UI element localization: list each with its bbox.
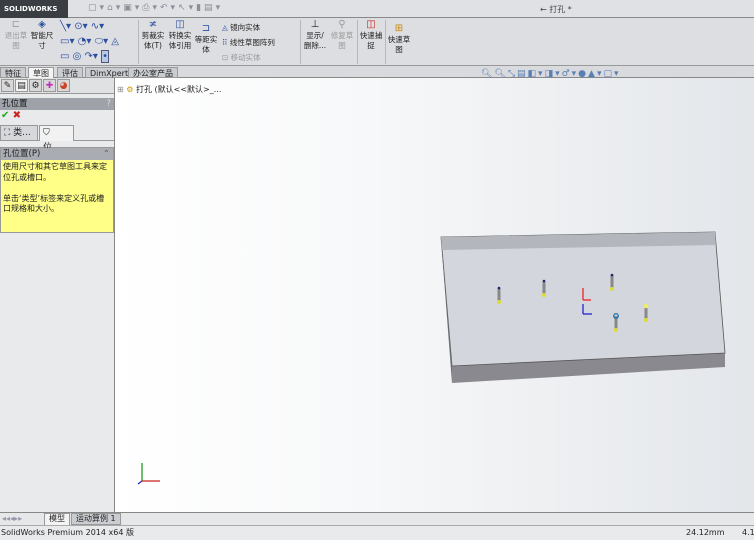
tab-dimxpert[interactable]: DimXpert — [85, 67, 134, 78]
offset-icon: ⊐ — [201, 23, 211, 34]
trim-icon: ≭ — [148, 19, 158, 30]
status-bar: SolidWorks Premium 2014 x64 版 24.12mm 4.… — [0, 525, 754, 540]
document-title: ← 打孔 * — [540, 5, 572, 14]
mirror-button[interactable]: ◬ 镜向实体 — [222, 22, 260, 33]
rectangle-tool[interactable]: ▭▾ ◔▾ ⬭▾ ◬ — [60, 36, 119, 47]
feature-tree-tab[interactable]: ✎ — [1, 79, 14, 92]
collapse-icon[interactable]: ⌃ — [103, 148, 110, 160]
smart-dimension-button[interactable]: ◈ 智能尺寸 — [30, 20, 54, 51]
convert-entities-button[interactable]: ◫ 转换实体引用 — [167, 20, 193, 51]
rapid-sketch-icon: ⊞ — [394, 23, 404, 34]
tab-evaluate[interactable]: 评估 — [57, 67, 83, 78]
relations-icon: ⊥ — [310, 19, 320, 30]
hole — [542, 279, 546, 297]
hole — [610, 273, 614, 291]
move-entities-button[interactable]: ⊡ 移动实体 — [222, 52, 261, 63]
measurement-readout: 24.12mm — [686, 528, 725, 537]
graphics-area[interactable]: 🔍︎🔍︎⤡▤◧▾◨▾♂▾●▲▾▢▾ ⊞ ⚙ 打孔 (默认<<默认>_... — [115, 69, 754, 512]
show-delete-relations-button[interactable]: ⊥ 显示/删除... — [303, 20, 327, 51]
mirror-icon: ◬ — [222, 23, 231, 32]
trim-button[interactable]: ≭ 剪裁实体(T) — [140, 20, 166, 51]
rapid-sketch-button[interactable]: ⊞ 快速草图 — [387, 24, 411, 55]
quick-snap-button[interactable]: ◫ 快速捕捉 — [359, 20, 383, 51]
triad-icon — [137, 463, 160, 485]
tab-position[interactable]: ⛉ 位... — [39, 125, 74, 153]
model-view — [137, 231, 726, 485]
tab-office-products[interactable]: 办公室产品 — [128, 67, 178, 78]
quick-access-toolbar[interactable]: ▢▾⌂▾▣▾⎙▾↶▾↖▾▮▤▾ — [88, 3, 223, 13]
tab-model[interactable]: 模型 — [44, 513, 70, 525]
help-icon[interactable]: ? — [106, 98, 111, 110]
help-text: 使用尺寸和其它草图工具来定位孔或槽口。 单击‘类型’标签来定义孔或槽口规格和大小… — [1, 160, 113, 232]
repair-sketch-button[interactable]: ⚲ 修复草图 — [330, 20, 354, 51]
line-tool[interactable]: ╲▾ ⊙▾ ∿▾ — [60, 21, 104, 32]
tab-sketch[interactable]: 草图 — [28, 67, 54, 78]
offset-button[interactable]: ⊐ 等距实体 — [194, 24, 218, 55]
pattern-icon: ⠿ — [222, 38, 230, 47]
hole-position-group: 孔位置(P) ⌃ 使用尺寸和其它草图工具来定位孔或槽口。 单击‘类型’标签来定义孔… — [0, 147, 114, 233]
linear-pattern-button[interactable]: ⠿ 线性草图阵列 — [222, 37, 275, 48]
repair-icon: ⚲ — [338, 19, 346, 30]
exit-sketch-icon: ⊏ — [11, 19, 21, 30]
property-manager-panel: ✎▤⚙✚◕ 孔位置? ✔ ✖ ⛶ 类... ⛉ 位... 孔位置(P)⌃ 使用尺… — [0, 78, 115, 512]
hole — [497, 286, 501, 304]
property-manager-tab[interactable]: ▤ — [15, 79, 28, 92]
tab-features[interactable]: 特征 — [0, 67, 26, 78]
panel-title: 孔位置? — [0, 98, 114, 110]
panel-tabs: ✎ ▤ ⚙ ✚ ◕ — [0, 78, 114, 94]
dimxpert-tab[interactable]: ✚ — [43, 79, 56, 92]
slot-tool[interactable]: ▭ ◎ ↷▾ • — [60, 50, 110, 63]
tab-scroll-arrows[interactable]: ◂◂◂▸▸ — [2, 514, 22, 523]
ok-button[interactable]: ✔ — [1, 110, 9, 121]
config-tab[interactable]: ⚙ — [29, 79, 42, 92]
dimension-icon: ◈ — [38, 19, 46, 30]
cancel-button[interactable]: ✖ — [13, 110, 21, 121]
bottom-tabs: ◂◂◂▸▸ 模型 运动算例 1 — [0, 512, 754, 525]
tab-motion-study[interactable]: 运动算例 1 — [71, 513, 121, 525]
display-tab[interactable]: ◕ — [57, 79, 70, 92]
command-tabs: 特征 草图 评估 DimXpert 办公室产品 — [0, 66, 754, 78]
snap-icon: ◫ — [366, 19, 376, 30]
command-manager: ⊏ 退出草图 ◈ 智能尺寸 ╲▾ ⊙▾ ∿▾ ▭▾ ◔▾ ⬭▾ ◬ ▭ ◎ ↷▾ •… — [0, 18, 754, 66]
exit-sketch-button[interactable]: ⊏ 退出草图 — [2, 20, 30, 51]
convert-icon: ◫ — [175, 19, 185, 30]
move-icon: ⊡ — [222, 53, 231, 62]
title-bar: SOLIDWORKS ▢▾⌂▾▣▾⎙▾↶▾↖▾▮▤▾ ← 打孔 * — [0, 0, 754, 18]
type-icon: ⛶ — [4, 128, 14, 138]
position-icon: ⛉ — [43, 128, 50, 138]
tab-type[interactable]: ⛶ 类... — [0, 125, 38, 141]
solidworks-logo: SOLIDWORKS — [0, 0, 68, 18]
